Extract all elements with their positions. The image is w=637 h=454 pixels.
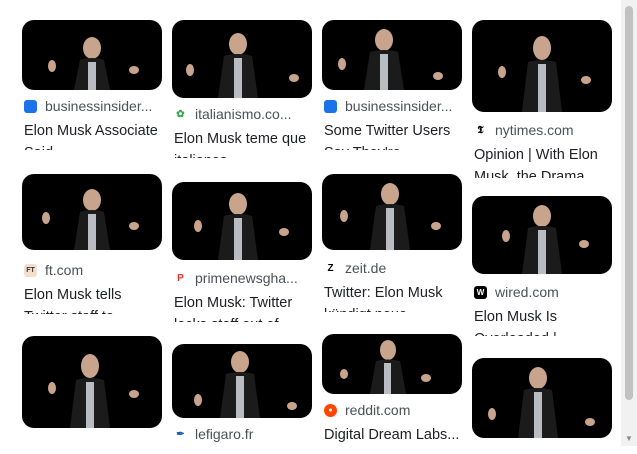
image-result-card[interactable]: 𝕿 nytimes.com Opinion | With Elon Musk, … bbox=[472, 20, 612, 178]
nyt-icon: 𝕿 bbox=[477, 124, 484, 136]
result-source[interactable]: ● reddit.com bbox=[324, 402, 462, 418]
vertical-scrollbar[interactable]: ▲ ▼ bbox=[621, 0, 637, 446]
scroll-down-arrow-icon[interactable]: ▼ bbox=[621, 430, 637, 446]
result-thumbnail[interactable] bbox=[22, 336, 162, 428]
image-result-card[interactable] bbox=[22, 336, 162, 428]
image-results-grid: businessinsider... Elon Musk Associate S… bbox=[0, 0, 637, 446]
image-result-card[interactable] bbox=[472, 358, 612, 438]
result-source[interactable]: FT ft.com bbox=[24, 262, 162, 278]
result-thumbnail[interactable] bbox=[322, 20, 462, 90]
result-source[interactable]: ✿ italianismo.co... bbox=[174, 106, 312, 122]
result-source[interactable]: Z zeit.de bbox=[324, 260, 462, 276]
source-domain: primenewsgha... bbox=[195, 270, 298, 286]
result-thumbnail[interactable] bbox=[172, 344, 312, 418]
source-domain: nytimes.com bbox=[495, 122, 574, 138]
result-thumbnail[interactable] bbox=[472, 20, 612, 112]
figaro-icon: ✒ bbox=[176, 428, 185, 440]
result-title[interactable]: Elon Musk Is Overloaded |... bbox=[474, 306, 612, 336]
image-result-card[interactable]: businessinsider... Some Twitter Users Sa… bbox=[322, 20, 462, 150]
source-domain: zeit.de bbox=[345, 260, 387, 276]
scrollbar-thumb[interactable] bbox=[625, 6, 633, 400]
result-thumbnail[interactable] bbox=[172, 182, 312, 260]
result-title[interactable]: Some Twitter Users Say They're... bbox=[324, 120, 462, 150]
ft-icon: FT bbox=[24, 263, 37, 277]
image-result-card[interactable]: businessinsider... Elon Musk Associate S… bbox=[22, 20, 162, 150]
result-thumbnail[interactable] bbox=[22, 20, 162, 90]
person-photo bbox=[340, 183, 441, 250]
person-photo bbox=[498, 36, 591, 112]
person-photo bbox=[338, 29, 443, 90]
image-result-card[interactable]: FT ft.com Elon Musk tells Twitter staff … bbox=[22, 174, 162, 314]
image-result-card[interactable]: Z zeit.de Twitter: Elon Musk kündigt neu… bbox=[322, 174, 462, 312]
image-result-card[interactable]: ✒ lefigaro.fr bbox=[172, 344, 312, 442]
image-result-card[interactable]: ✿ italianismo.co... Elon Musk teme que i… bbox=[172, 20, 312, 158]
result-source[interactable]: P primenewsgha... bbox=[174, 270, 312, 286]
result-thumbnail[interactable] bbox=[22, 174, 162, 250]
result-title[interactable]: Elon Musk Associate Said... bbox=[24, 120, 162, 150]
reddit-icon: ● bbox=[324, 403, 337, 417]
person-photo bbox=[186, 33, 299, 98]
result-title[interactable]: Elon Musk teme que italianos... bbox=[174, 128, 312, 158]
result-thumbnail[interactable] bbox=[472, 196, 612, 274]
result-source[interactable]: W wired.com bbox=[474, 284, 612, 300]
source-domain: italianismo.co... bbox=[195, 106, 292, 122]
result-thumbnail[interactable] bbox=[322, 334, 462, 394]
zeit-icon: Z bbox=[327, 262, 334, 274]
result-source[interactable]: businessinsider... bbox=[24, 98, 162, 114]
person-photo bbox=[340, 340, 431, 394]
image-result-card[interactable]: P primenewsgha... Elon Musk: Twitter loc… bbox=[172, 182, 312, 322]
bi-icon bbox=[24, 99, 37, 113]
person-photo bbox=[502, 205, 589, 274]
result-source[interactable]: ✒ lefigaro.fr bbox=[174, 426, 312, 442]
it-leaf-icon: ✿ bbox=[176, 108, 185, 120]
result-thumbnail[interactable] bbox=[172, 20, 312, 98]
bi-icon bbox=[324, 99, 337, 113]
source-domain: lefigaro.fr bbox=[195, 426, 254, 442]
person-photo bbox=[42, 189, 139, 250]
pn-icon: P bbox=[177, 272, 184, 284]
source-domain: businessinsider... bbox=[345, 98, 453, 114]
person-photo bbox=[194, 193, 289, 260]
source-domain: businessinsider... bbox=[45, 98, 153, 114]
result-source[interactable]: 𝕿 nytimes.com bbox=[474, 122, 612, 138]
result-source[interactable]: businessinsider... bbox=[324, 98, 462, 114]
result-thumbnail[interactable] bbox=[472, 358, 612, 438]
result-title[interactable]: Elon Musk: Twitter locks staff out of... bbox=[174, 292, 312, 322]
person-photo bbox=[48, 354, 139, 428]
image-result-card[interactable]: W wired.com Elon Musk Is Overloaded |... bbox=[472, 196, 612, 336]
result-title[interactable]: Elon Musk tells Twitter staff to... bbox=[24, 284, 162, 314]
source-domain: reddit.com bbox=[345, 402, 411, 418]
result-title[interactable]: Opinion | With Elon Musk, the Drama... bbox=[474, 144, 612, 178]
result-title[interactable]: Twitter: Elon Musk kündigt neue... bbox=[324, 282, 462, 312]
image-result-card[interactable]: ● reddit.com Digital Dream Labs... bbox=[322, 334, 462, 443]
person-photo bbox=[194, 351, 297, 418]
person-photo bbox=[48, 37, 139, 90]
wired-icon: W bbox=[474, 285, 487, 299]
source-domain: wired.com bbox=[495, 284, 559, 300]
result-thumbnail[interactable] bbox=[322, 174, 462, 250]
source-domain: ft.com bbox=[45, 262, 84, 278]
person-photo bbox=[488, 367, 595, 438]
result-title[interactable]: Digital Dream Labs... bbox=[324, 424, 462, 454]
